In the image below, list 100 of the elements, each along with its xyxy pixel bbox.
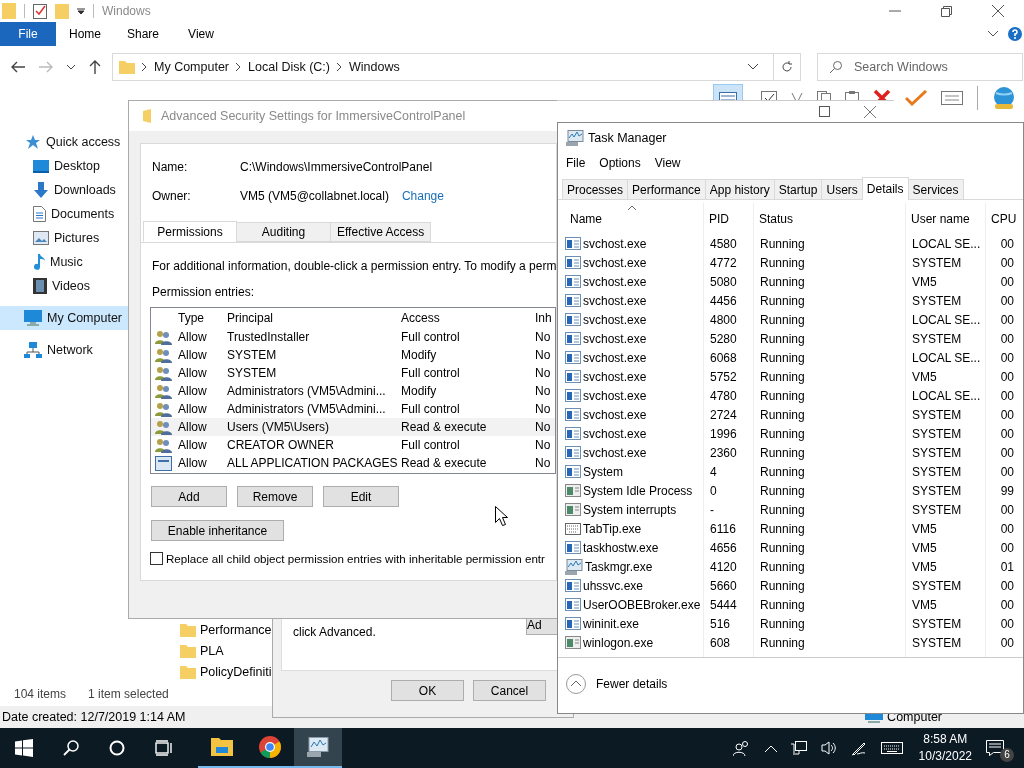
column-header[interactable]: User name (905, 211, 985, 226)
pen-icon[interactable] (850, 740, 867, 756)
permission-row[interactable]: Allow TrustedInstaller Full control No (151, 328, 555, 346)
menu-item[interactable]: Options (599, 156, 641, 170)
globe-icon[interactable] (992, 87, 1016, 109)
nav-item[interactable]: Music (0, 250, 128, 274)
process-row[interactable]: uhssvc.exe 5660 Running SYSTEM 00 (558, 576, 1023, 595)
clock-date[interactable]: 10/3/2022 (918, 748, 972, 765)
process-row[interactable]: Taskmgr.exe 4120 Running VM5 01 (558, 557, 1023, 576)
task-view-icon[interactable] (155, 740, 173, 756)
file-name[interactable]: PolicyDefiniti (200, 664, 272, 679)
permission-row[interactable]: Allow Users (VM5\Users) Read & execute No (151, 418, 555, 436)
permission-row[interactable]: Allow ALL APPLICATION PACKAGES Read & execute No (151, 454, 555, 472)
tab[interactable]: Services (907, 179, 964, 199)
column-header[interactable]: Type (178, 311, 227, 325)
monitor-chart-icon[interactable] (307, 737, 329, 757)
process-row[interactable]: svchost.exe 6068 Running LOCAL SE... 00 (558, 348, 1023, 367)
search-icon[interactable] (63, 740, 79, 756)
back-arrow-icon[interactable] (11, 61, 25, 73)
process-row[interactable]: winlogon.exe 608 Running SYSTEM 00 (558, 633, 1023, 652)
process-row[interactable]: System interrupts - Running SYSTEM 00 (558, 500, 1023, 519)
tab[interactable]: Effective Access (330, 222, 432, 242)
nav-item[interactable]: Pictures (0, 226, 128, 250)
nav-item[interactable]: Documents (0, 202, 128, 226)
permission-row[interactable]: Allow SYSTEM Full control No (151, 364, 555, 382)
refresh-icon[interactable] (781, 61, 793, 73)
ribbon-tab[interactable]: View (172, 22, 230, 46)
address-bar[interactable]: My Computer Local Disk (C:) Windows (112, 53, 801, 81)
process-row[interactable]: svchost.exe 4800 Running LOCAL SE... 00 (558, 310, 1023, 329)
search-field[interactable]: Search Windows (817, 53, 1023, 81)
breadcrumb[interactable]: Windows (349, 60, 400, 74)
browser-icon[interactable] (259, 736, 281, 758)
permission-row[interactable]: Allow SYSTEM Modify No (151, 346, 555, 364)
permission-row[interactable]: Allow Administrators (VM5\Admini... Full control No (151, 400, 555, 418)
restore-icon[interactable] (941, 5, 952, 17)
nav-item[interactable]: My Computer (0, 306, 128, 330)
up-arrow-icon[interactable] (89, 60, 101, 74)
notification-icon[interactable] (986, 740, 1004, 756)
collapse-icon[interactable] (566, 674, 586, 694)
tab[interactable]: Permissions (143, 221, 237, 242)
volume-icon[interactable] (820, 741, 837, 755)
menu-item[interactable]: File (566, 156, 586, 170)
column-header[interactable]: Name (565, 211, 703, 226)
process-row[interactable]: svchost.exe 5080 Running VM5 00 (558, 272, 1023, 291)
column-header[interactable]: Inh (535, 311, 555, 325)
process-row[interactable]: svchost.exe 5280 Running SYSTEM 00 (558, 329, 1023, 348)
process-row[interactable]: svchost.exe 4456 Running SYSTEM 00 (558, 291, 1023, 310)
keyboard-icon[interactable] (880, 742, 903, 754)
ribbon-tab[interactable]: Home (56, 22, 114, 46)
circle-icon[interactable] (109, 740, 125, 756)
ribbon-tab[interactable]: Share (114, 22, 172, 46)
nav-item[interactable]: Downloads (0, 178, 128, 202)
process-row[interactable]: svchost.exe 4772 Running SYSTEM 00 (558, 253, 1023, 272)
nav-item[interactable]: Network (0, 338, 128, 362)
dialog-button[interactable]: Cancel (473, 680, 546, 701)
nav-item[interactable]: Quick access (0, 130, 128, 154)
process-row[interactable]: svchost.exe 2360 Running SYSTEM 00 (558, 443, 1023, 462)
network-icon[interactable] (790, 741, 807, 755)
tab[interactable]: Processes (562, 179, 629, 199)
checkbox[interactable] (150, 552, 163, 565)
process-row[interactable]: wininit.exe 516 Running SYSTEM 00 (558, 614, 1023, 633)
column-header[interactable]: Status (753, 211, 905, 226)
windows-start-icon[interactable] (15, 739, 33, 757)
permission-row[interactable]: Allow Administrators (VM5\Admini... Modify No (151, 382, 555, 400)
change-link[interactable]: Change (401, 189, 444, 203)
process-row[interactable]: svchost.exe 5752 Running VM5 00 (558, 367, 1023, 386)
clock-time[interactable]: 8:58 AM (923, 731, 968, 748)
column-header[interactable]: Principal (227, 311, 401, 325)
chevron-up-icon[interactable] (764, 744, 777, 752)
inheritance-button[interactable]: Enable inheritance (151, 520, 284, 541)
close-icon[interactable] (992, 5, 1004, 17)
help-icon[interactable] (1008, 27, 1022, 41)
tab[interactable]: Startup (773, 179, 823, 199)
breadcrumb[interactable]: My Computer (154, 60, 230, 74)
file-tab[interactable]: File (0, 22, 56, 46)
process-row[interactable]: svchost.exe 4580 Running LOCAL SE... 00 (558, 234, 1023, 253)
process-row[interactable]: taskhostw.exe 4656 Running VM5 00 (558, 538, 1023, 557)
tab[interactable]: Users (821, 179, 863, 199)
fewer-details-link[interactable]: Fewer details (596, 677, 668, 691)
breadcrumb[interactable]: Local Disk (C:) (248, 60, 330, 74)
nav-item[interactable]: Videos (0, 274, 128, 298)
checkbox-label[interactable]: Replace all child object permission entries with inheritable permission entr (166, 552, 545, 565)
checkmark-icon[interactable] (905, 90, 927, 106)
file-name[interactable]: PLA (200, 643, 224, 658)
process-row[interactable]: svchost.exe 2724 Running SYSTEM 00 (558, 405, 1023, 424)
menu-item[interactable]: View (654, 156, 681, 170)
action-button[interactable]: Add (151, 486, 227, 507)
close-icon[interactable] (864, 105, 876, 118)
action-button[interactable]: Remove (237, 486, 313, 507)
column-header[interactable]: Access (401, 311, 535, 325)
taskbar-app[interactable] (294, 728, 342, 768)
nav-item[interactable]: Desktop (0, 154, 128, 178)
process-row[interactable]: svchost.exe 1996 Running SYSTEM 00 (558, 424, 1023, 443)
column-header[interactable]: PID (703, 211, 753, 226)
tab[interactable]: Details (861, 177, 909, 200)
process-row[interactable]: System Idle Process 0 Running SYSTEM 99 (558, 481, 1023, 500)
action-button[interactable]: Edit (323, 486, 399, 507)
people-icon[interactable] (732, 740, 751, 756)
properties-card-icon[interactable] (941, 91, 963, 105)
file-name[interactable]: Performance (200, 622, 272, 637)
